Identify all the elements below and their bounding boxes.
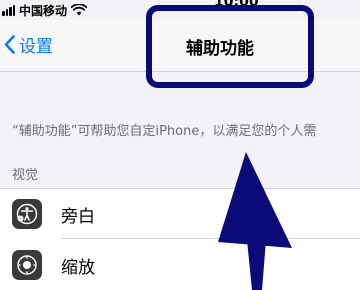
- annotation-arrow: [218, 152, 292, 290]
